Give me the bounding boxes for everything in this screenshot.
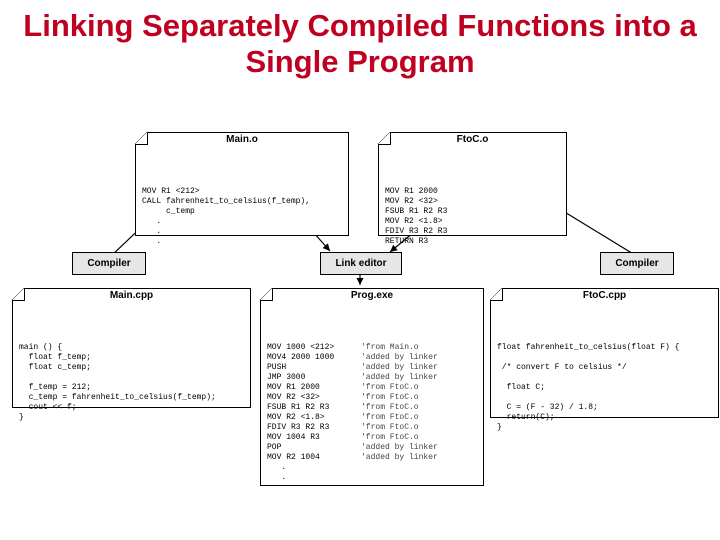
doc-label: FtoC.o [457, 134, 489, 147]
code-body: float fahrenheit_to_celsius(float F) { /… [497, 343, 712, 433]
doc-ftoc-o: FtoC.o MOV R1 2000 MOV R2 <32> FSUB R1 R… [378, 132, 567, 236]
code-body: MOV R1 2000 MOV R2 <32> FSUB R1 R2 R3 MO… [385, 187, 560, 247]
compiler-right: Compiler [600, 252, 674, 275]
doc-main-o: Main.o MOV R1 <212> CALL fahrenheit_to_c… [135, 132, 349, 236]
page-fold-icon [490, 288, 503, 301]
code-body: main () { float f_temp; float c_temp; f_… [19, 343, 244, 423]
page-fold-icon [260, 288, 273, 301]
slide-title: Linking Separately Compiled Functions in… [0, 0, 720, 81]
doc-ftoc-cpp: FtoC.cpp float fahrenheit_to_celsius(flo… [490, 288, 719, 418]
code-body: MOV R1 <212> CALL fahrenheit_to_celsius(… [142, 187, 342, 247]
doc-prog-exe: Prog.exe MOV 1000 <212> MOV4 2000 1000 P… [260, 288, 484, 486]
doc-label: FtoC.cpp [583, 290, 626, 303]
doc-label: Prog.exe [351, 290, 393, 303]
page-fold-icon [378, 132, 391, 145]
exe-listing: MOV 1000 <212> MOV4 2000 1000 PUSH JMP 3… [267, 343, 477, 483]
page-fold-icon [12, 288, 25, 301]
doc-label: Main.cpp [110, 290, 153, 303]
diagram: Main.o MOV R1 <212> CALL fahrenheit_to_c… [0, 110, 720, 530]
compiler-left: Compiler [72, 252, 146, 275]
link-editor: Link editor [320, 252, 402, 275]
doc-main-cpp: Main.cpp main () { float f_temp; float c… [12, 288, 251, 408]
doc-label: Main.o [226, 134, 258, 147]
page-fold-icon [135, 132, 148, 145]
